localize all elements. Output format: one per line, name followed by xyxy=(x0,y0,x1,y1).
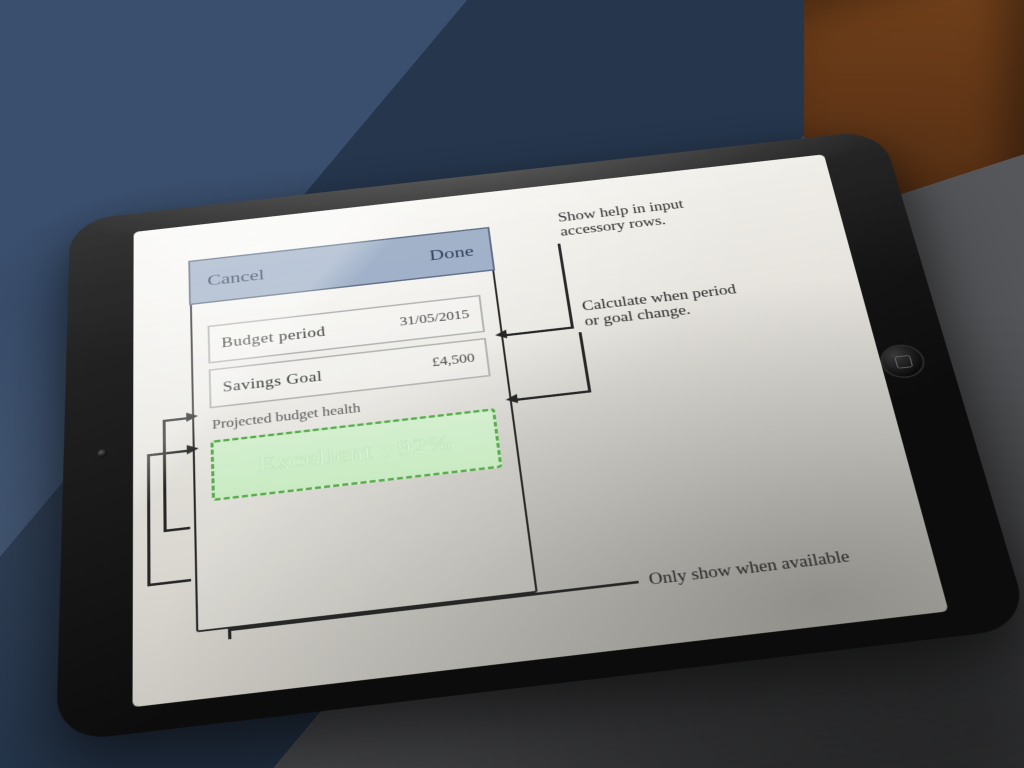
note-recalc: Calculate when period or goal change. xyxy=(581,282,741,329)
wireframe-frame: Cancel Done Budget period 31/05/2015 Sav… xyxy=(189,230,538,633)
wireframe-navbar: Cancel Done xyxy=(188,227,495,305)
cancel-button[interactable]: Cancel xyxy=(207,266,265,290)
row-value: £4,500 xyxy=(431,352,475,370)
ipad-screen: Cancel Done Budget period 31/05/2015 Sav… xyxy=(133,155,949,708)
photo-scene: Cancel Done Budget period 31/05/2015 Sav… xyxy=(0,0,1024,768)
health-status: Excellent xyxy=(258,440,374,479)
ipad: Cancel Done Budget period 31/05/2015 Sav… xyxy=(56,130,1024,743)
ipad-camera xyxy=(97,449,107,458)
row-label: Budget period xyxy=(221,324,326,351)
row-label: Savings Goal xyxy=(222,368,322,395)
health-percent: 92% xyxy=(396,431,453,462)
note-availability: Only show when available xyxy=(647,548,851,589)
done-button[interactable]: Done xyxy=(428,242,474,265)
row-value: 31/05/2015 xyxy=(399,309,470,330)
note-accessory: Show help in input accessory rows. xyxy=(557,197,688,239)
